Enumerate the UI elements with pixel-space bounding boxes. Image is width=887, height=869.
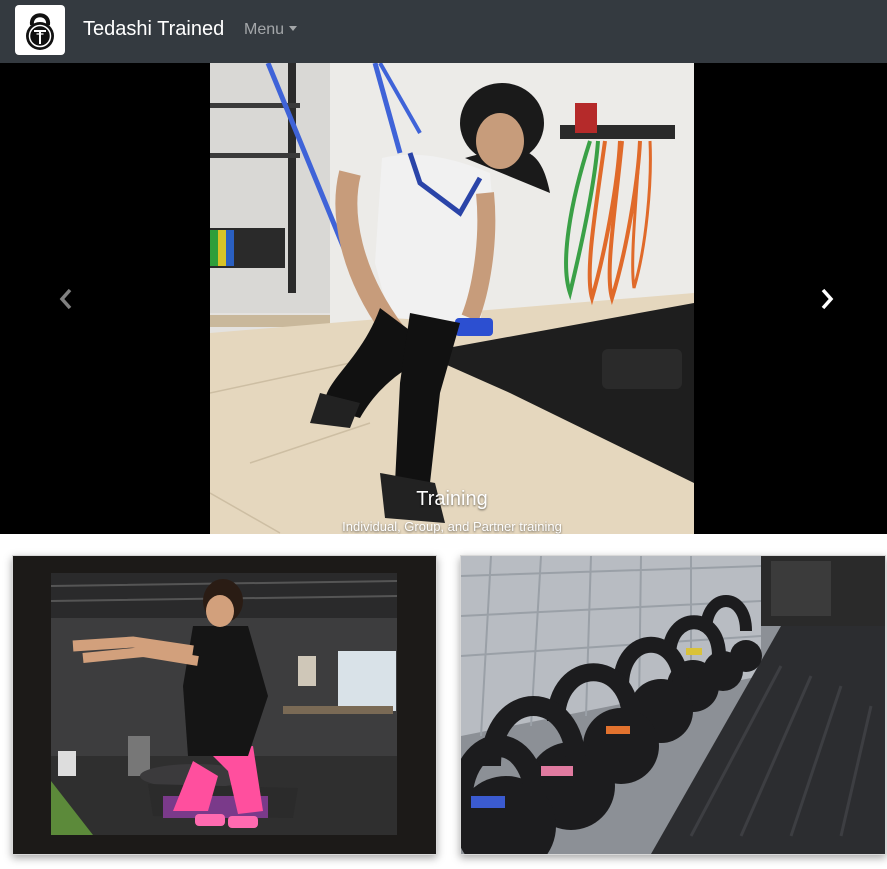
brand-name[interactable]: Tedashi Trained [83,18,224,41]
carousel-next-button[interactable] [757,63,887,534]
carousel-prev-button[interactable] [0,63,130,534]
slide-caption-text: Individual, Group, and Partner training [342,519,562,534]
menu-dropdown-toggle[interactable]: Menu [244,21,298,39]
menu-label: Menu [244,21,285,38]
chevron-left-icon [59,288,72,310]
hero-carousel: Training Individual, Group, and Partner … [0,63,887,534]
photo-card-squat[interactable] [12,555,437,855]
box-squat-photo [13,556,436,854]
kettlebell-logo-icon[interactable] [15,5,65,55]
training-photo [210,63,694,534]
navbar: Tedashi Trained Menu [0,0,887,63]
slide-caption-title: Training [416,488,488,510]
photo-card-kettlebells[interactable] [460,555,886,855]
chevron-right-icon [821,288,834,310]
caret-down-icon [289,26,298,31]
kettlebell-row-photo [461,556,885,854]
